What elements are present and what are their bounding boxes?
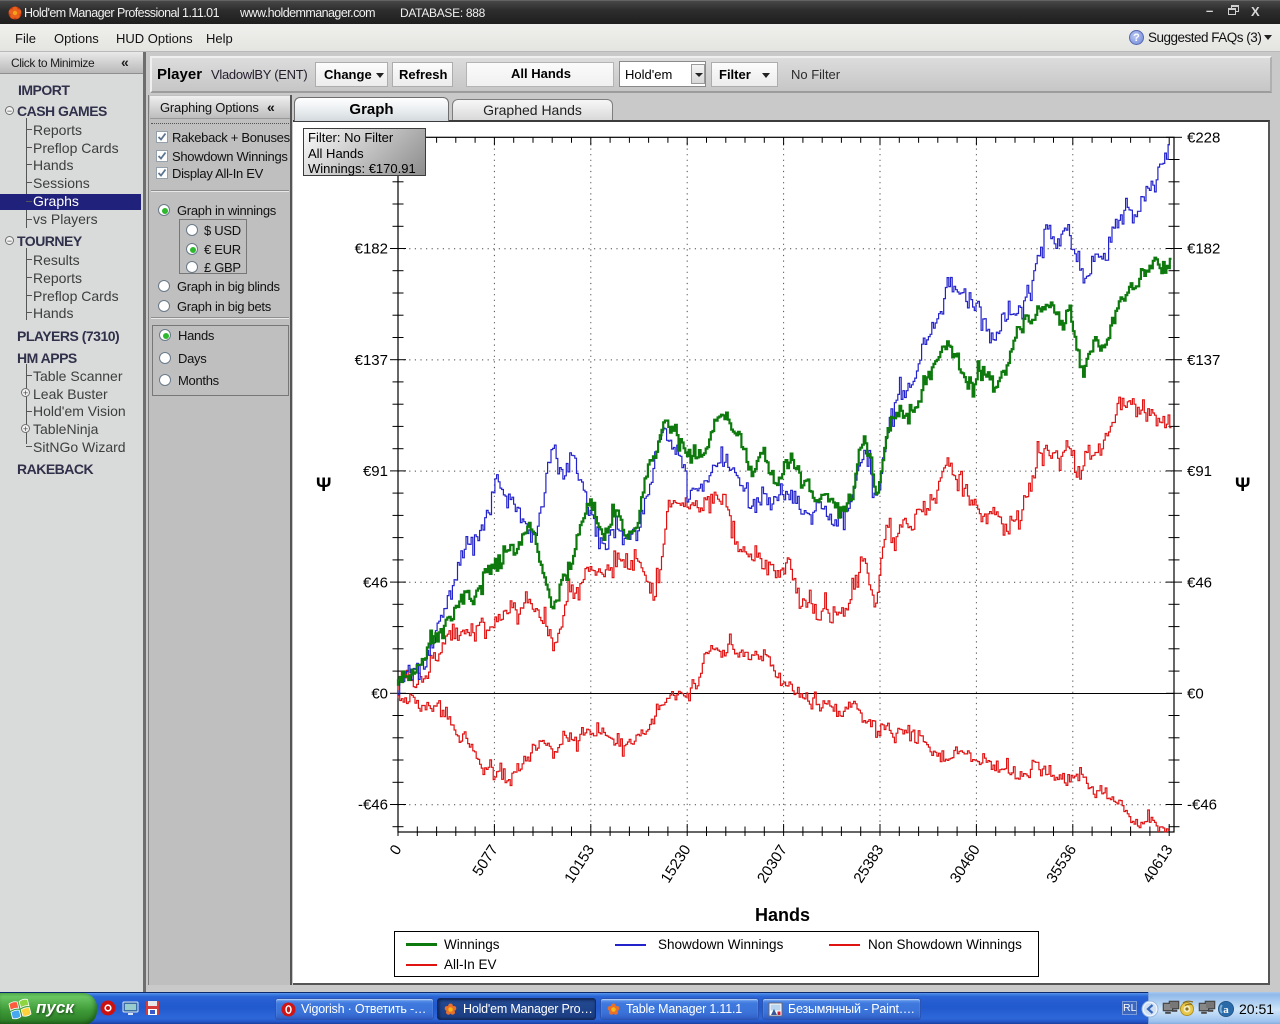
svg-text:30460: 30460: [947, 842, 984, 886]
svg-text:a: a: [1223, 1004, 1229, 1016]
svg-text:15230: 15230: [658, 842, 695, 886]
svg-text:20307: 20307: [754, 842, 791, 886]
svg-text:-€46: -€46: [358, 797, 388, 814]
svg-text:€137: €137: [1187, 352, 1220, 369]
svg-text:Ψ: Ψ: [316, 475, 331, 496]
svg-text:-€46: -€46: [1187, 797, 1217, 814]
svg-text:€228: €228: [1187, 129, 1220, 146]
svg-text:35536: 35536: [1043, 842, 1080, 886]
svg-text:€182: €182: [355, 241, 388, 258]
svg-text:40613: 40613: [1140, 842, 1177, 886]
svg-text:Hands: Hands: [755, 905, 810, 925]
svg-text:€182: €182: [1187, 241, 1220, 258]
svg-text:€137: €137: [355, 352, 388, 369]
svg-text:5077: 5077: [469, 842, 501, 879]
svg-text:€0: €0: [1187, 686, 1204, 703]
svg-text:10153: 10153: [561, 842, 598, 886]
svg-text:€91: €91: [1187, 463, 1212, 480]
svg-text:0: 0: [387, 842, 406, 858]
svg-text:€46: €46: [1187, 574, 1212, 591]
svg-text:25383: 25383: [850, 842, 887, 886]
svg-text:€91: €91: [363, 463, 388, 480]
svg-text:€46: €46: [363, 574, 388, 591]
svg-text:Ψ: Ψ: [1235, 475, 1250, 496]
svg-text:€0: €0: [371, 686, 388, 703]
